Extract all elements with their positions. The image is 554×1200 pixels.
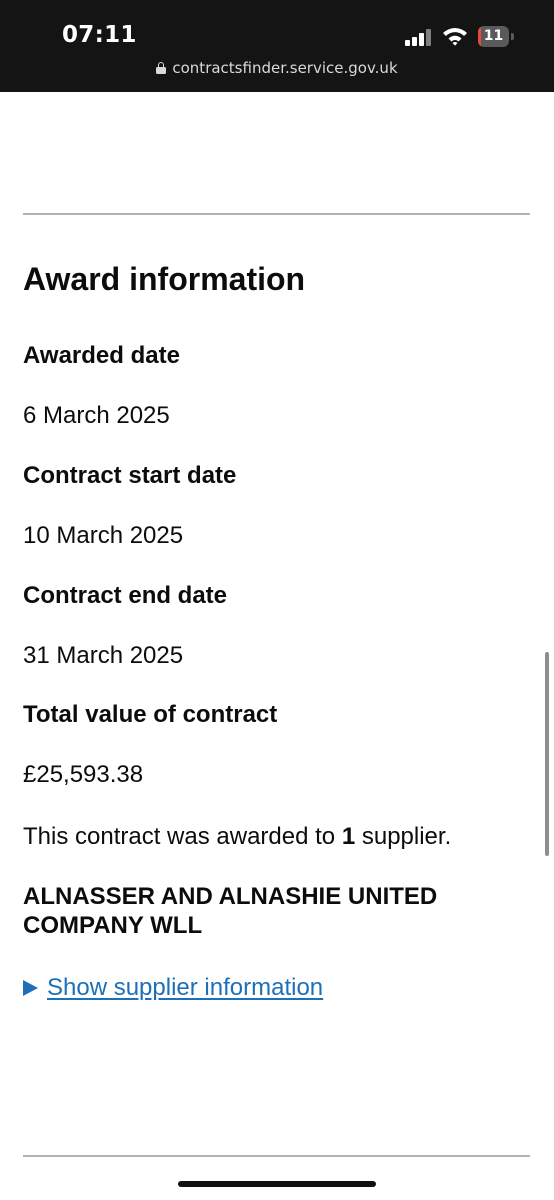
section-heading: Award information	[23, 261, 306, 297]
disclosure-triangle-icon	[23, 980, 38, 996]
awarded-sentence-end: supplier.	[355, 823, 452, 850]
awarded-sentence-start: This contract was awarded to	[23, 823, 342, 850]
status-bar: 07:11 11 contractsfinder.service.gov.uk	[0, 0, 554, 92]
lock-icon	[156, 62, 167, 74]
awarded-date-label: Awarded date	[23, 342, 180, 369]
page-scrollbar[interactable]	[545, 652, 549, 856]
home-indicator[interactable]	[178, 1181, 376, 1187]
supplier-count: 1	[341, 823, 356, 850]
show-supplier-information-link[interactable]: Show supplier information	[47, 974, 323, 1001]
section-divider-top	[23, 213, 530, 215]
show-supplier-information-toggle[interactable]: Show supplier information	[23, 973, 323, 1003]
battery-level: 11	[483, 28, 504, 44]
wifi-icon	[443, 28, 467, 46]
awarded-suppliers-sentence: This contract was awarded to 1 supplier.	[23, 822, 451, 852]
section-divider-bottom	[23, 1155, 530, 1157]
contract-end-date-label: Contract end date	[23, 582, 228, 609]
contract-start-date-label: Contract start date	[23, 462, 237, 489]
address-bar[interactable]: contractsfinder.service.gov.uk	[0, 59, 554, 77]
total-value-amount: £25,593.38	[23, 761, 144, 788]
awarded-date-value: 6 March 2025	[23, 402, 170, 429]
contract-end-date-value: 31 March 2025	[23, 642, 184, 669]
cellular-signal-icon	[405, 29, 433, 46]
status-time: 07:11	[62, 22, 137, 48]
supplier-name: ALNASSER AND ALNASHIE UNITED COMPANY WLL	[23, 883, 438, 939]
battery-icon: 11	[478, 26, 514, 47]
total-value-label: Total value of contract	[23, 701, 278, 728]
address-url: contractsfinder.service.gov.uk	[172, 59, 398, 77]
contract-start-date-value: 10 March 2025	[23, 522, 184, 549]
